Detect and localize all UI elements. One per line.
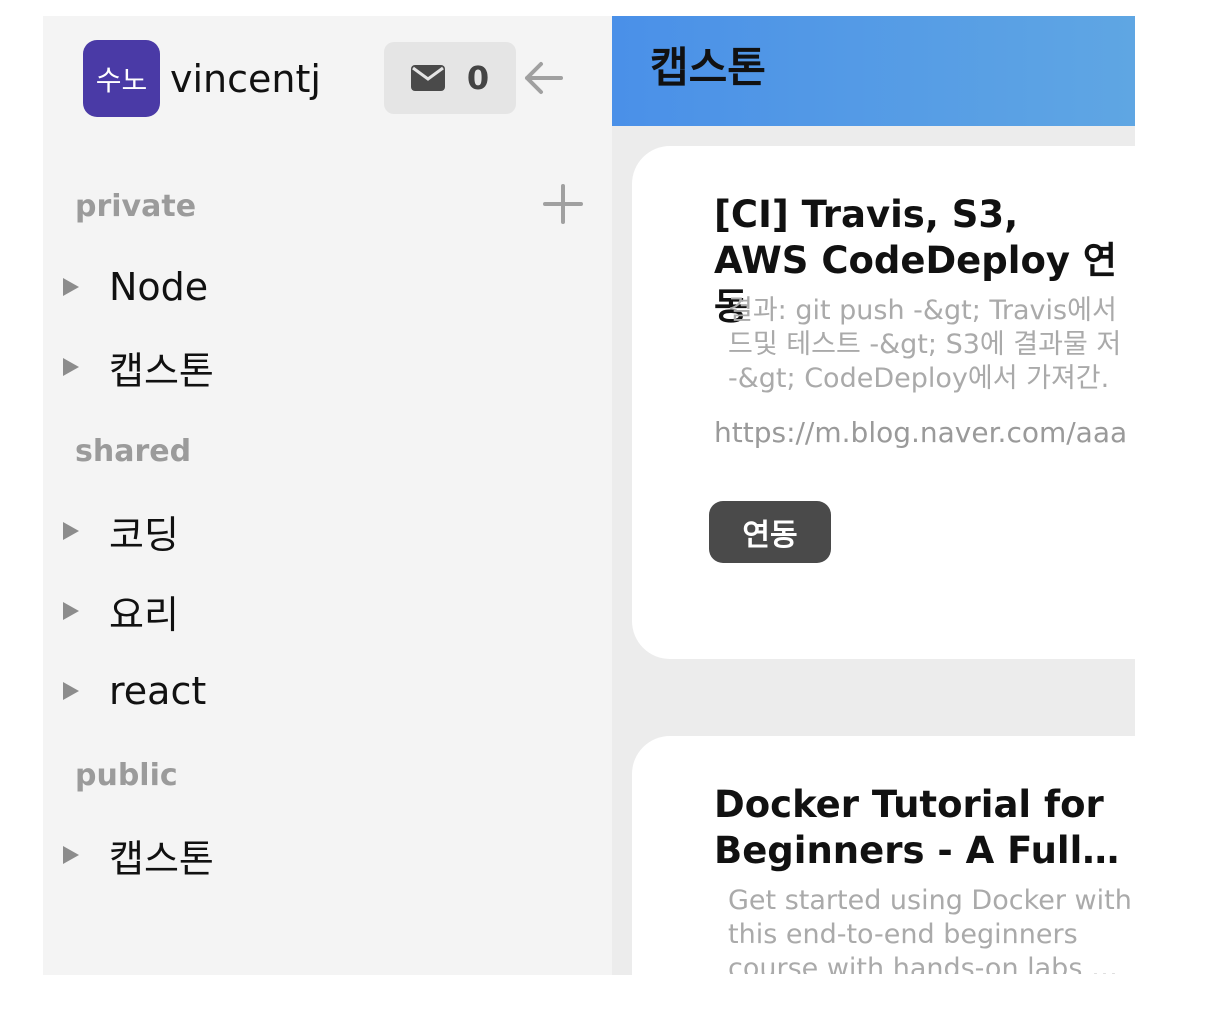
mail-button[interactable]: 0 (384, 42, 516, 114)
caret-right-icon (63, 682, 79, 700)
sidebar-item-label: Node (109, 265, 209, 309)
app-frame: 수노 vincentj 0 private Node 캡스톤 shared 코딩… (43, 16, 1135, 975)
mail-count: 0 (466, 59, 490, 97)
sidebar-item-label: 코딩 (109, 512, 179, 557)
main-content: 캡스톤 [CI] Travis, S3, AWS CodeDeploy 연동 결… (612, 16, 1135, 975)
plus-icon[interactable] (541, 182, 585, 226)
caret-right-icon (63, 602, 79, 620)
bookmark-card[interactable]: [CI] Travis, S3, AWS CodeDeploy 연동 결과: g… (632, 146, 1135, 659)
section-shared-label: shared (75, 434, 192, 469)
section-public-label: public (75, 758, 178, 793)
page-header: 캡스톤 (612, 16, 1135, 126)
sidebar-item-capstone-public[interactable]: 캡스톤 (63, 830, 214, 881)
card-description: Get started using Docker with this end-t… (728, 885, 1132, 974)
card-description: 결과: git push -&gt; Travis에서 드및 테스트 -&gt;… (728, 295, 1122, 394)
username: vincentj (170, 57, 321, 101)
page-title: 캡스톤 (650, 43, 766, 92)
caret-right-icon (63, 358, 79, 376)
sidebar-item-label: react (109, 669, 207, 713)
caret-right-icon (63, 522, 79, 540)
avatar-text: 수노 (95, 63, 148, 97)
sidebar: 수노 vincentj 0 private Node 캡스톤 shared 코딩… (43, 16, 612, 975)
caret-right-icon (63, 846, 79, 864)
avatar[interactable]: 수노 (83, 40, 160, 117)
bookmark-card[interactable]: Docker Tutorial for Beginners - A Full… … (632, 736, 1135, 975)
sidebar-item-label: 캡스톤 (109, 836, 214, 881)
section-private-label: private (75, 189, 197, 224)
sidebar-item-coding[interactable]: 코딩 (63, 506, 179, 557)
card-title: Docker Tutorial for Beginners - A Full… (714, 783, 1120, 872)
caret-right-icon (63, 278, 79, 296)
card-url[interactable]: https://m.blog.naver.com/aaa (714, 416, 1127, 449)
sidebar-item-label: 요리 (109, 592, 179, 637)
sidebar-item-react[interactable]: react (63, 666, 206, 716)
envelope-icon (410, 65, 445, 91)
sidebar-item-capstone-private[interactable]: 캡스톤 (63, 342, 214, 393)
sidebar-item-label: 캡스톤 (109, 348, 214, 393)
arrow-left-icon[interactable] (521, 60, 565, 96)
tag-badge[interactable]: 연동 (709, 501, 831, 563)
sidebar-item-cooking[interactable]: 요리 (63, 586, 179, 637)
sidebar-item-node[interactable]: Node (63, 262, 208, 312)
